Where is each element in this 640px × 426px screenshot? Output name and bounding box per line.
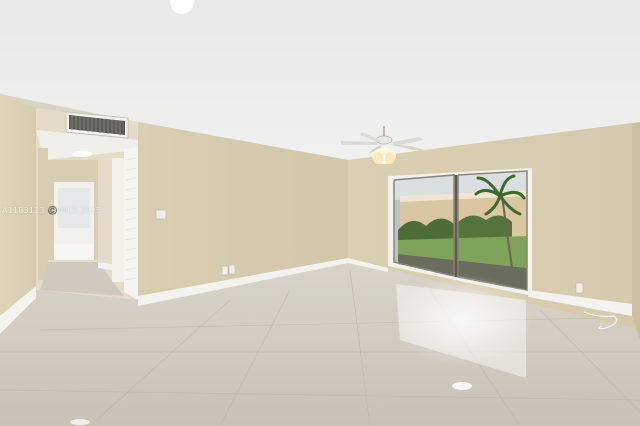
wall-outlet <box>221 265 229 276</box>
empty-room-photo: A1183113 ©️ MLS 2025 <box>0 0 640 426</box>
wall-outlet-2 <box>228 264 236 275</box>
light-switch <box>155 209 167 220</box>
floor-light-reflection <box>452 382 472 390</box>
floor-light-reflection-2 <box>70 419 90 425</box>
bathroom-counter <box>54 244 94 258</box>
right-wall-outlet <box>575 282 584 294</box>
hallway-light <box>72 151 92 157</box>
listing-watermark: A1183113 ©️ MLS 2025 <box>2 206 102 215</box>
right-edge-wall <box>632 122 640 340</box>
hallway-door-frame <box>112 158 126 282</box>
